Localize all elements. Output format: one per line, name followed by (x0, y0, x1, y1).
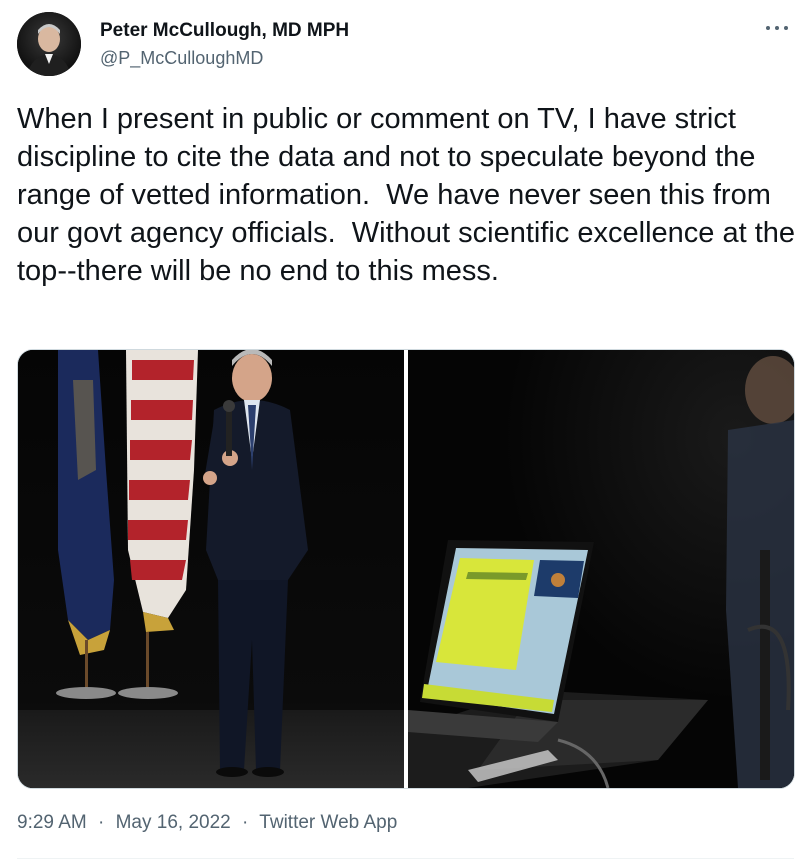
dot (775, 26, 779, 30)
tweet-media (17, 349, 795, 789)
meta-separator: · (98, 812, 105, 833)
meta-separator: · (242, 812, 249, 833)
avatar-photo (17, 12, 81, 76)
tweet-source[interactable]: Twitter Web App (259, 812, 397, 833)
photo-laptop-on-stage[interactable] (408, 350, 794, 788)
tweet-meta: 9:29 AM · May 16, 2022 · Twitter Web App (17, 812, 397, 834)
dot (766, 26, 770, 30)
author-handle[interactable]: @P_McCulloughMD (100, 48, 263, 69)
tweet-time[interactable]: 9:29 AM (17, 812, 87, 833)
tweet-date[interactable]: May 16, 2022 (116, 812, 231, 833)
photo-speaker-on-stage[interactable] (18, 350, 404, 788)
avatar[interactable] (17, 12, 81, 76)
speaker-image (18, 350, 404, 788)
laptop-image (408, 350, 794, 788)
author-name[interactable]: Peter McCullough, MD MPH (100, 20, 349, 42)
more-options-icon[interactable] (765, 18, 791, 38)
divider-line (17, 858, 794, 859)
dot (784, 26, 788, 30)
tweet-text: When I present in public or comment on T… (17, 103, 804, 287)
